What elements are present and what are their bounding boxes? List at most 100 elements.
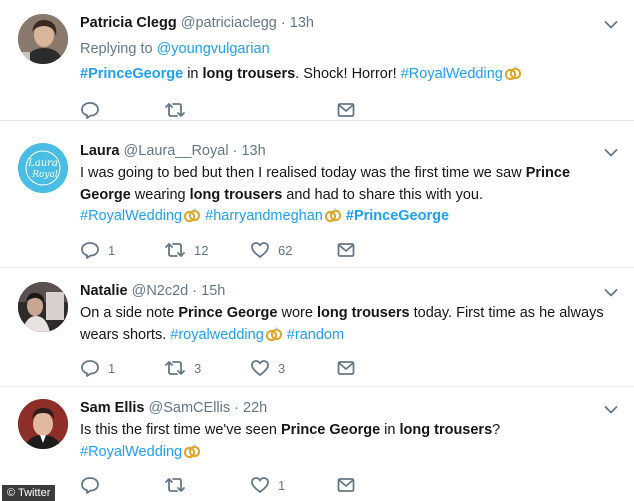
wedding-rings-icon (183, 443, 201, 459)
chevron-down-icon[interactable] (604, 20, 618, 30)
separator: · (280, 15, 286, 31)
avatar[interactable]: Laura Royal (18, 143, 68, 193)
like-count: 1 (278, 477, 286, 493)
timestamp[interactable]: 13h (290, 15, 314, 31)
avatar[interactable] (18, 282, 68, 332)
retweet-count: 3 (194, 360, 202, 376)
avatar-photo (18, 282, 68, 332)
wedding-rings-icon (265, 326, 283, 342)
author-name[interactable]: Natalie (80, 283, 128, 299)
text-segment-bold: long trousers (202, 65, 296, 82)
like-count: 62 (278, 242, 293, 258)
tweet[interactable]: Patricia Clegg @patriciaclegg · 13h Repl… (0, 0, 634, 121)
message-button[interactable] (336, 475, 356, 495)
retweet-count: 12 (194, 242, 209, 258)
tweet-text: #PrinceGeorge in long trousers. Shock! H… (80, 64, 612, 86)
avatar-photo (18, 14, 68, 64)
tweet[interactable]: Natalie @N2c2d · 15h On a side note Prin… (0, 268, 634, 387)
tweet-header: Patricia Clegg @patriciaclegg · 13h (80, 14, 612, 32)
text-segment: wearing (130, 186, 190, 203)
reply-button[interactable] (80, 475, 108, 495)
retweet-button[interactable] (164, 100, 194, 120)
retweet-button[interactable] (164, 475, 194, 495)
reply-button[interactable]: 1 (80, 358, 115, 378)
separator: · (192, 283, 198, 299)
reply-context: Replying to @youngvulgarian (80, 39, 612, 61)
chevron-down-icon[interactable] (604, 405, 618, 415)
tweet-actions: 1 12 62 (80, 240, 380, 260)
like-button[interactable]: 1 (250, 475, 285, 495)
hashtag-link[interactable]: #RoyalWedding (80, 208, 182, 224)
text-segment-bold: long trousers (189, 186, 283, 203)
text-segment: . Shock! Horror! (295, 65, 401, 82)
like-icon (250, 475, 270, 495)
hashtag-link[interactable]: #PrinceGeorge (80, 66, 183, 82)
chevron-down-icon[interactable] (604, 148, 618, 158)
hashtag-link[interactable]: #royalwedding (170, 327, 264, 343)
hashtag-link[interactable]: #harryandmeghan (205, 208, 323, 224)
text-segment: wore (277, 305, 317, 321)
reply-count: 1 (108, 360, 116, 376)
retweet-icon (164, 475, 186, 495)
svg-text:Royal: Royal (31, 170, 58, 180)
chevron-down-icon[interactable] (604, 288, 618, 298)
message-button[interactable] (336, 358, 356, 378)
author-name[interactable]: Sam Ellis (80, 400, 144, 416)
tweet-text: Is this the first time we've seen Prince… (80, 420, 612, 463)
reply-icon (80, 100, 100, 120)
text-segment: ? (492, 422, 501, 438)
reply-icon (80, 240, 100, 260)
separator: · (234, 400, 239, 416)
hashtag-link[interactable]: #RoyalWedding (80, 444, 182, 460)
author-handle[interactable]: @Laura__Royal (124, 143, 229, 159)
text-segment-bold: Prince George (178, 305, 278, 321)
author-handle[interactable]: @patriciaclegg (181, 15, 277, 31)
tweet-header: Sam Ellis @SamCEllis · 22h (80, 399, 612, 417)
hashtag-link[interactable]: #RoyalWedding (401, 66, 503, 82)
tweet[interactable]: Sam Ellis @SamCEllis · 22h Is this the f… (0, 387, 634, 501)
tweet-text: I was going to bed but then I realised t… (80, 163, 612, 228)
tweet[interactable]: Laura Royal Laura @Laura__Royal · 13h I … (0, 121, 634, 268)
text-segment: in (183, 65, 203, 82)
hashtag-link[interactable]: #random (287, 327, 344, 343)
like-icon (250, 240, 270, 260)
reply-button[interactable] (80, 100, 108, 120)
timestamp[interactable]: 13h (241, 143, 265, 159)
author-handle[interactable]: @N2c2d (132, 283, 189, 299)
message-button[interactable] (336, 240, 356, 260)
author-name[interactable]: Patricia Clegg (80, 15, 177, 31)
message-button[interactable] (336, 100, 356, 120)
svg-text:Laura: Laura (27, 158, 58, 169)
reply-count: 1 (108, 242, 116, 258)
replying-to-label: Replying to (80, 41, 153, 57)
text-segment: in (380, 422, 400, 438)
text-segment: and had to share this with you. (282, 186, 483, 203)
retweet-icon (164, 358, 186, 378)
tweet-text: On a side note Prince George wore long t… (80, 303, 612, 346)
like-button[interactable]: 3 (250, 358, 285, 378)
retweet-button[interactable]: 3 (164, 358, 201, 378)
like-count: 3 (278, 360, 286, 376)
like-button[interactable]: 62 (250, 240, 292, 260)
text-segment: On a side note (80, 305, 179, 321)
replying-to-link[interactable]: @youngvulgarian (157, 41, 270, 57)
wedding-rings-icon (504, 65, 522, 81)
message-icon (336, 358, 356, 378)
author-handle[interactable]: @SamCEllis (149, 400, 231, 416)
tweet-actions (80, 100, 380, 120)
message-icon (336, 100, 356, 120)
avatar[interactable] (18, 14, 68, 64)
text-segment: I was going to bed but then I realised t… (80, 165, 526, 181)
text-segment-bold: Prince George (281, 422, 381, 438)
message-icon (336, 475, 356, 495)
avatar-photo (18, 399, 68, 449)
avatar-logo: Laura Royal (18, 143, 68, 193)
wedding-rings-icon (324, 207, 342, 223)
hashtag-link[interactable]: #PrinceGeorge (346, 208, 449, 224)
reply-button[interactable]: 1 (80, 240, 115, 260)
timestamp[interactable]: 22h (243, 400, 267, 416)
retweet-button[interactable]: 12 (164, 240, 208, 260)
author-name[interactable]: Laura (80, 143, 120, 159)
avatar[interactable] (18, 399, 68, 449)
timestamp[interactable]: 15h (201, 283, 225, 299)
